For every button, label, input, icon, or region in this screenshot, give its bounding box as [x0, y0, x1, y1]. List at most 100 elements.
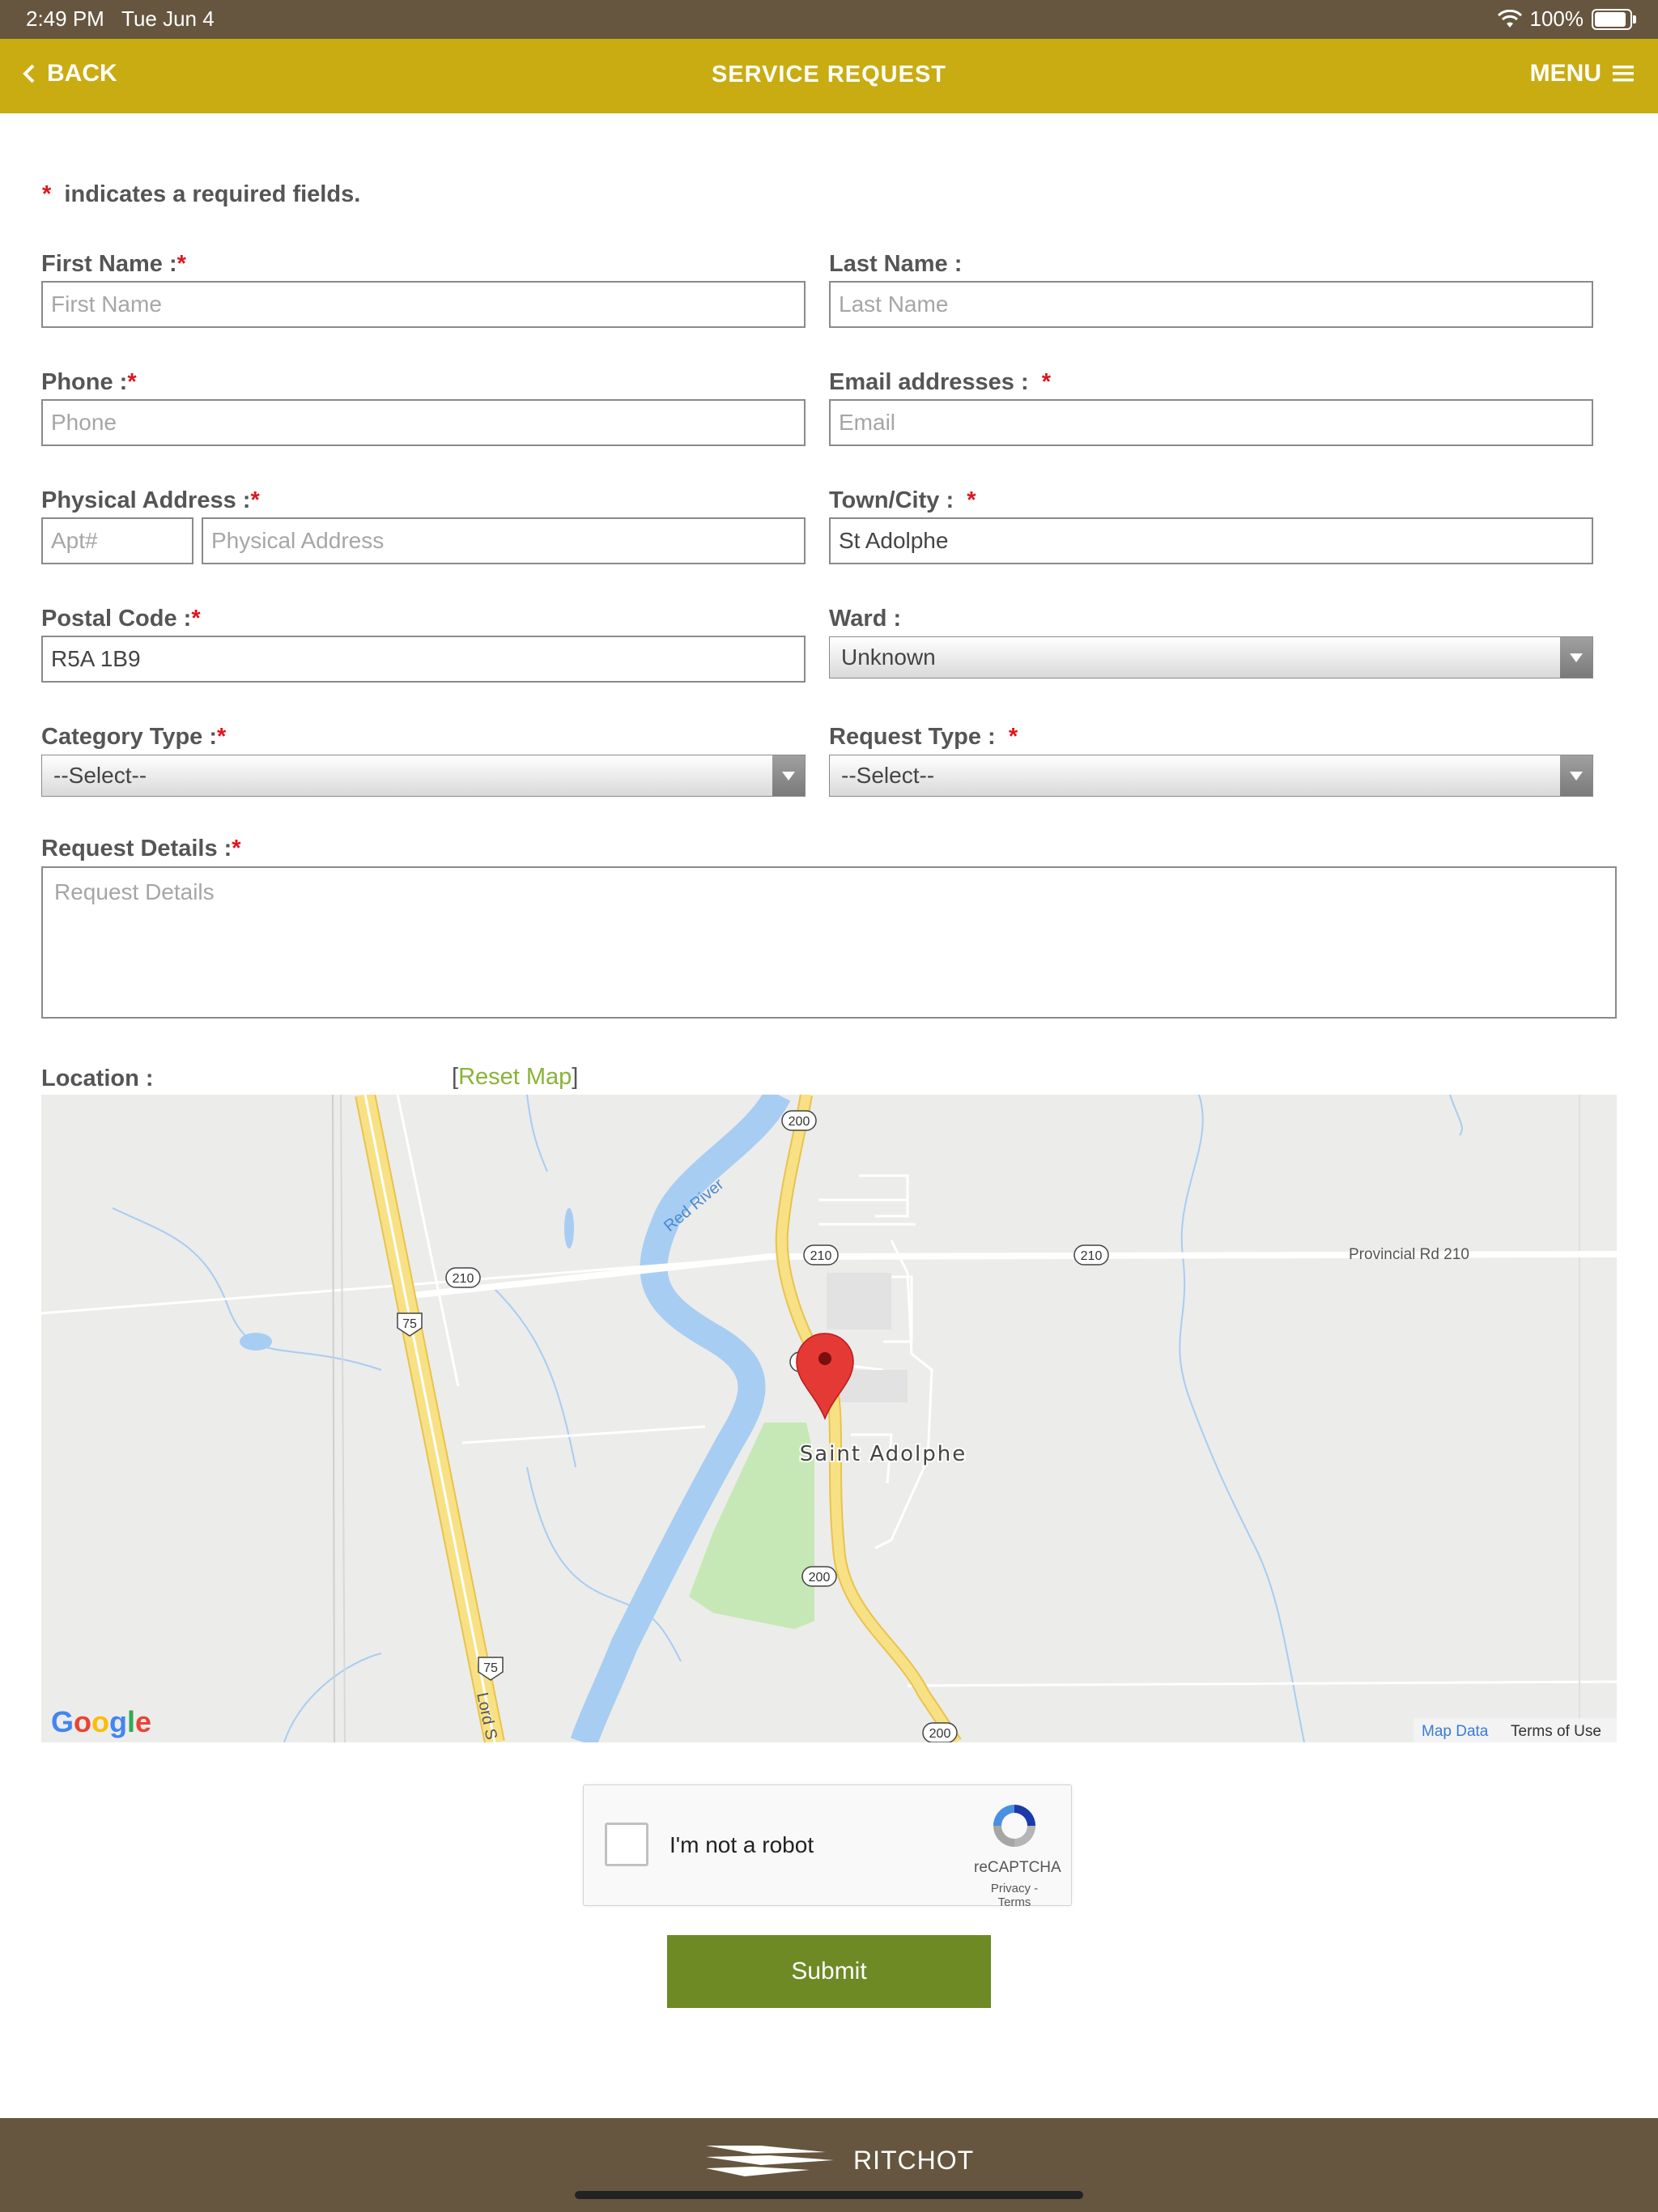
address-label: Physical Address :* — [41, 487, 260, 514]
submit-button[interactable]: Submit — [667, 1935, 991, 2008]
email-label: Email addresses : * — [829, 369, 1051, 396]
recaptcha-checkbox[interactable] — [605, 1823, 648, 1866]
required-note-text: indicates a required fields. — [64, 181, 361, 207]
shield-75-top-text: 75 — [402, 1317, 417, 1331]
shield-210-right-text: 210 — [1081, 1249, 1103, 1263]
location-map[interactable]: Red River 200 210 210 210 75 200 75 200 … — [41, 1095, 1617, 1742]
shield-200-bottom-text: 200 — [809, 1571, 831, 1585]
town-label: Town/City : * — [829, 487, 976, 514]
status-clock: 2:49 PM — [26, 6, 104, 31]
last-name-label-text: Last Name : — [829, 251, 963, 277]
required-note: * indicates a required fields. — [42, 181, 360, 208]
apt-input[interactable] — [41, 517, 193, 564]
category-label-text: Category Type : — [41, 724, 218, 750]
shield-210-left: 210 — [445, 1267, 481, 1288]
app-header: BACK SERVICE REQUEST MENU — [0, 39, 1658, 113]
provincial-road-label: Provincial Rd 210 — [1349, 1246, 1469, 1263]
home-indicator[interactable] — [575, 2191, 1083, 2199]
details-label: Request Details :* — [41, 836, 241, 862]
last-name-input[interactable] — [829, 281, 1593, 328]
postal-label-text: Postal Code : — [41, 606, 192, 632]
pond-small — [564, 1208, 574, 1249]
shield-210-right: 210 — [1073, 1244, 1109, 1266]
request-type-label-text: Request Type : — [829, 724, 996, 750]
bracket-open: [ — [452, 1064, 459, 1090]
required-star: * — [191, 606, 201, 632]
recaptcha-text: I'm not a robot — [670, 1832, 814, 1857]
required-star: * — [1041, 369, 1052, 395]
first-name-label-text: First Name : — [41, 251, 177, 277]
recaptcha-logo: reCAPTCHA Privacy - Terms — [974, 1800, 1061, 1909]
postal-label: Postal Code :* — [41, 606, 201, 632]
request-type-label: Request Type : * — [829, 724, 1018, 751]
ward-label: Ward : — [829, 606, 901, 632]
battery-icon — [1592, 8, 1636, 30]
address-input[interactable] — [202, 517, 806, 564]
required-star: * — [250, 487, 260, 513]
map-canvas[interactable]: Red River 200 210 210 210 75 200 75 200 … — [41, 1095, 1617, 1742]
pond — [240, 1333, 272, 1351]
status-right: 100% — [1497, 6, 1636, 32]
required-star: * — [217, 724, 227, 750]
town-label: Saint Adolphe — [800, 1442, 967, 1466]
page-title: SERVICE REQUEST — [711, 62, 947, 87]
phone-label-text: Phone : — [41, 369, 128, 395]
recaptcha-brand: reCAPTCHA — [974, 1859, 1061, 1876]
location-label-text: Location : — [41, 1066, 154, 1091]
town-input[interactable] — [829, 517, 1593, 564]
ritchot-logo-icon — [706, 2146, 834, 2176]
footer-brand: RITCHOT — [853, 2145, 975, 2175]
recaptcha-privacy-terms[interactable]: Privacy - Terms — [974, 1882, 1055, 1909]
email-label-text: Email addresses : — [829, 369, 1029, 395]
recaptcha-icon — [993, 1805, 1035, 1847]
dropdown-arrow-icon — [772, 755, 805, 796]
category-label: Category Type :* — [41, 724, 226, 751]
first-name-input[interactable] — [41, 281, 806, 328]
phone-label: Phone :* — [41, 369, 137, 396]
category-select[interactable]: --Select-- — [41, 755, 806, 797]
footer-logo: RITCHOT — [704, 2142, 974, 2178]
postal-input[interactable] — [41, 636, 806, 683]
status-time: 2:49 PM Tue Jun 4 — [26, 6, 215, 32]
shield-200-corner: 200 — [922, 1722, 958, 1742]
request-type-select[interactable]: --Select-- — [829, 755, 1593, 797]
dropdown-arrow-icon — [1560, 755, 1592, 796]
status-date: Tue Jun 4 — [121, 6, 215, 31]
required-star: * — [127, 369, 137, 395]
shield-200-corner-text: 200 — [929, 1727, 951, 1741]
email-input[interactable] — [829, 399, 1593, 446]
shield-210-center: 210 — [803, 1244, 839, 1266]
ward-select[interactable]: Unknown — [829, 636, 1593, 678]
battery-percent: 100% — [1529, 6, 1584, 31]
required-star: * — [232, 836, 241, 861]
last-name-label: Last Name : — [829, 251, 962, 278]
recaptcha-widget: I'm not a robot reCAPTCHA Privacy - Term… — [583, 1784, 1072, 1909]
details-textarea[interactable] — [41, 866, 1617, 1019]
menu-label: MENU — [1529, 60, 1601, 87]
reset-map: [Reset Map] — [452, 1064, 578, 1091]
shield-210-left-text: 210 — [453, 1272, 474, 1286]
details-label-text: Request Details : — [41, 836, 232, 861]
dropdown-arrow-icon — [1560, 637, 1592, 678]
ward-selected: Unknown — [841, 644, 936, 670]
request-type-selected: --Select-- — [841, 763, 935, 788]
ward-label-text: Ward : — [829, 606, 902, 632]
required-star: * — [1008, 724, 1018, 750]
required-star: * — [967, 487, 976, 513]
shield-200-top-text: 200 — [789, 1115, 810, 1129]
shield-200-top: 200 — [781, 1110, 817, 1131]
shield-210-center-text: 210 — [810, 1249, 832, 1263]
reset-map-link[interactable]: Reset Map — [458, 1064, 572, 1090]
terms-link[interactable]: Terms of Use — [1511, 1723, 1601, 1740]
google-logo: Google — [51, 1705, 151, 1738]
bracket-close: ] — [572, 1064, 579, 1090]
address-label-text: Physical Address : — [41, 487, 251, 513]
category-selected: --Select-- — [53, 763, 147, 788]
shield-200-bottom: 200 — [801, 1566, 837, 1587]
required-star: * — [42, 181, 52, 207]
town-label-text: Town/City : — [829, 487, 954, 513]
first-name-label: First Name :* — [41, 251, 186, 278]
map-data-link[interactable]: Map Data — [1422, 1723, 1489, 1740]
phone-input[interactable] — [41, 399, 806, 446]
menu-button[interactable]: MENU — [1530, 60, 1634, 87]
